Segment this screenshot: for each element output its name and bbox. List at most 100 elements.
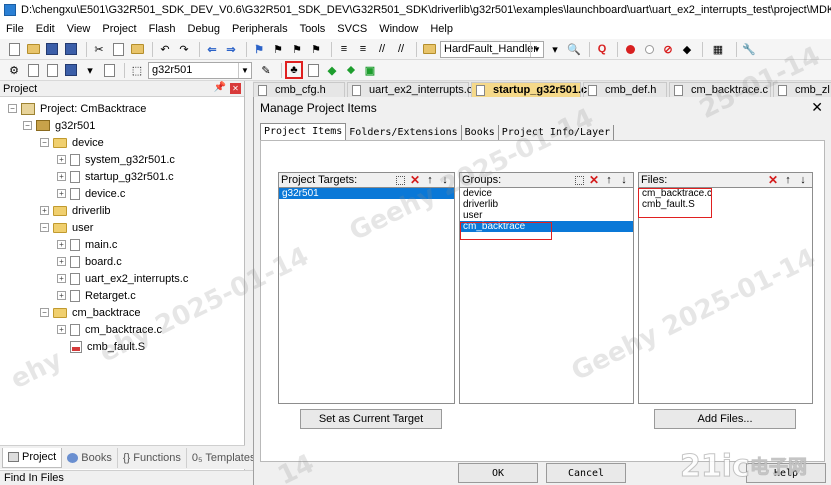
collapse-icon[interactable]: − <box>40 223 49 232</box>
tree-node-file[interactable]: + system_g32r501.c <box>57 151 175 168</box>
manage-project-items-icon[interactable]: ♣ <box>285 61 303 79</box>
tree-node-file[interactable]: + cm_backtrace.c <box>57 321 162 338</box>
list-item[interactable]: cmb_fault.S <box>639 199 812 210</box>
move-down-icon[interactable]: ↓ <box>438 174 452 187</box>
menu-project[interactable]: Project <box>96 20 142 39</box>
stop-build-icon[interactable]: ▾ <box>82 62 98 78</box>
list-item[interactable]: cm_backtrace.c <box>639 188 812 199</box>
tab-functions[interactable]: {} Functions <box>118 447 187 468</box>
menu-svcs[interactable]: SVCS <box>331 20 373 39</box>
pack-installer-icon[interactable]: ◆ <box>324 62 340 78</box>
comment-icon[interactable]: // <box>374 41 390 57</box>
function-combo[interactable]: HardFault_Handler ▼ <box>440 40 544 58</box>
target-combo[interactable]: g32r501 ▼ <box>148 61 252 79</box>
tree-node-group-user[interactable]: − user <box>40 219 93 236</box>
translate-icon[interactable]: ⚙ <box>6 62 22 78</box>
batch-build-icon[interactable] <box>63 62 79 78</box>
manage-rte-icon[interactable]: ⬥ <box>343 62 359 78</box>
editor-tab[interactable]: cmb_zl <box>773 82 831 97</box>
debug-session-icon[interactable]: Q <box>594 41 610 57</box>
load-icon[interactable]: ⬚ <box>129 62 145 78</box>
cut-icon[interactable]: ✂ <box>91 41 107 57</box>
expand-icon[interactable]: + <box>57 257 66 266</box>
bookmark-clear-icon[interactable]: ⚑ <box>308 41 324 57</box>
tab-project[interactable]: Project <box>2 447 63 468</box>
unindent-icon[interactable]: ≡ <box>355 41 371 57</box>
tree-node-file[interactable]: + device.c <box>57 185 125 202</box>
save-all-icon[interactable] <box>63 41 79 57</box>
list-item-selected[interactable]: cm_backtrace <box>460 221 633 232</box>
list-item[interactable]: driverlib <box>460 199 633 210</box>
editor-tab[interactable]: uart_ex2_interrupts.c <box>347 82 472 97</box>
editor-tab-active[interactable]: startup_g32r501.c <box>471 82 587 97</box>
download-icon[interactable] <box>101 62 117 78</box>
move-up-icon[interactable]: ↑ <box>602 174 616 187</box>
tree-node-file[interactable]: + startup_g32r501.c <box>57 168 174 185</box>
delete-icon[interactable]: ✕ <box>587 173 601 187</box>
pin-icon[interactable]: 📌 <box>214 82 226 93</box>
redo-icon[interactable]: ↷ <box>176 41 192 57</box>
rebuild-icon[interactable] <box>44 62 60 78</box>
list-item[interactable]: user <box>460 210 633 221</box>
list-item[interactable]: device <box>460 188 633 199</box>
bookmark-next-icon[interactable]: ⚑ <box>289 41 305 57</box>
tab-project-info-layer[interactable]: Project Info/Layer <box>499 125 615 141</box>
menu-window[interactable]: Window <box>373 20 424 39</box>
event-recorder-icon[interactable]: ▣ <box>362 62 378 78</box>
configure-icon[interactable]: 🔧 <box>741 41 757 57</box>
nav-forward-icon[interactable]: ⇒ <box>223 41 239 57</box>
tree-node-file[interactable]: + uart_ex2_interrupts.c <box>57 270 188 287</box>
help-button[interactable]: Help <box>746 463 826 483</box>
build-icon[interactable] <box>25 62 41 78</box>
editor-tab[interactable]: cmb_def.h <box>583 82 667 97</box>
copy-icon[interactable] <box>110 41 126 57</box>
tab-templates[interactable]: 0₅ Templates <box>187 447 262 468</box>
expand-icon[interactable]: + <box>57 291 66 300</box>
menu-edit[interactable]: Edit <box>30 20 61 39</box>
expand-icon[interactable]: + <box>57 325 66 334</box>
clear-breakpoints-icon[interactable]: ◆ <box>679 41 695 57</box>
breakpoint-icon[interactable] <box>622 41 638 57</box>
tree-node-file[interactable]: cmb_fault.S <box>70 338 145 355</box>
close-icon[interactable]: ✕ <box>230 83 241 94</box>
collapse-icon[interactable]: − <box>23 121 32 130</box>
tab-project-items[interactable]: Project Items <box>260 123 347 141</box>
menu-file[interactable]: File <box>4 20 30 39</box>
expand-icon[interactable]: + <box>57 274 66 283</box>
tree-node-root[interactable]: − Project: CmBacktrace <box>8 100 146 117</box>
tree-node-group-driverlib[interactable]: + driverlib <box>40 202 111 219</box>
delete-icon[interactable]: ✕ <box>408 173 422 187</box>
ok-button[interactable]: OK <box>458 463 538 483</box>
menu-flash[interactable]: Flash <box>143 20 182 39</box>
select-packs-icon[interactable] <box>305 62 321 78</box>
move-up-icon[interactable]: ↑ <box>423 174 437 187</box>
new-item-icon[interactable] <box>572 174 586 187</box>
expand-icon[interactable]: + <box>57 189 66 198</box>
tree-node-group-device[interactable]: − device <box>40 134 104 151</box>
dialog-close-icon[interactable]: ✕ <box>811 99 823 116</box>
kill-breakpoints-icon[interactable]: ⊘ <box>660 41 676 57</box>
menu-debug[interactable]: Debug <box>182 20 226 39</box>
delete-icon[interactable]: ✕ <box>766 173 780 187</box>
move-down-icon[interactable]: ↓ <box>617 174 631 187</box>
expand-icon[interactable]: + <box>57 240 66 249</box>
tree-node-file[interactable]: + Retarget.c <box>57 287 136 304</box>
menu-peripherals[interactable]: Peripherals <box>226 20 294 39</box>
list-item[interactable]: g32r501 <box>279 188 454 199</box>
tree-node-file[interactable]: + main.c <box>57 236 117 253</box>
tab-folders-extensions[interactable]: Folders/Extensions <box>346 125 462 141</box>
save-icon[interactable] <box>44 41 60 57</box>
tree-node-group-cm-backtrace[interactable]: − cm_backtrace <box>40 304 140 321</box>
uncomment-icon[interactable]: // <box>393 41 409 57</box>
paste-icon[interactable] <box>129 41 145 57</box>
new-item-icon[interactable] <box>393 174 407 187</box>
menu-view[interactable]: View <box>61 20 97 39</box>
editor-tab[interactable]: cm_backtrace.c <box>669 82 771 97</box>
window-layout-icon[interactable]: ▦ <box>707 41 729 57</box>
tab-books[interactable]: Books <box>62 447 118 468</box>
find-in-files-icon[interactable] <box>421 41 437 57</box>
set-as-current-target-button[interactable]: Set as Current Target <box>300 409 442 429</box>
tree-node-file[interactable]: + board.c <box>57 253 122 270</box>
indent-icon[interactable]: ≡ <box>336 41 352 57</box>
expand-icon[interactable]: + <box>40 206 49 215</box>
